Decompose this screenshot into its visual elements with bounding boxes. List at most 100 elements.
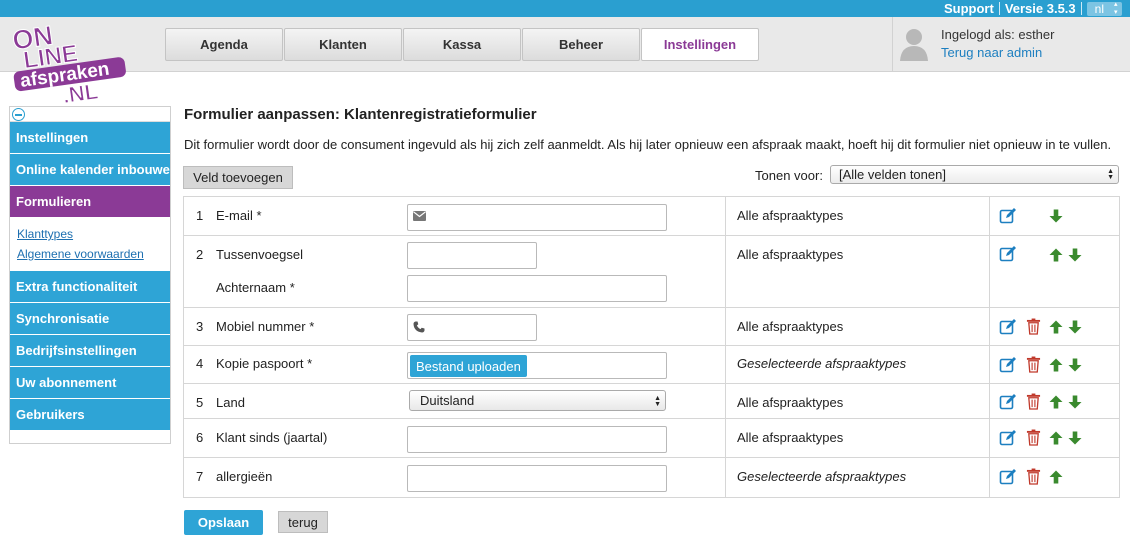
row-number: 3 <box>196 319 204 334</box>
language-select[interactable]: nl <box>1086 1 1122 17</box>
sidebar-item-online-kalender[interactable]: Online kalender inbouwen <box>10 154 170 186</box>
appointment-types: Alle afspraaktypes <box>737 247 844 262</box>
divider <box>1080 2 1082 15</box>
select-arrows-icon: ▲ ▼ <box>1107 168 1114 181</box>
sidebar-collapse-row <box>10 107 170 122</box>
field-label: Tussenvoegsel <box>216 247 303 262</box>
tab-klanten[interactable]: Klanten <box>284 28 402 61</box>
arrow-down-icon[interactable] <box>1049 209 1063 223</box>
upload-file-button[interactable]: Bestand uploaden <box>410 355 527 377</box>
country-select[interactable]: Duitsland ▲ ▼ <box>409 390 666 411</box>
column-divider <box>725 308 726 345</box>
arrow-down-icon[interactable] <box>1068 358 1082 372</box>
field-label: allergieën <box>216 469 273 484</box>
table-row: 5 Land Duitsland ▲ ▼ Alle afspraaktypes <box>184 384 1119 419</box>
customer-since-input[interactable] <box>407 426 667 453</box>
trash-icon[interactable] <box>1026 468 1041 485</box>
achternaam-input[interactable] <box>407 275 667 302</box>
back-button[interactable]: terug <box>278 511 328 533</box>
version-label: Versie 3.5.3 <box>1004 1 1076 16</box>
collapse-icon[interactable] <box>12 108 25 121</box>
sidebar-item-gebruikers[interactable]: Gebruikers <box>10 399 170 431</box>
tab-kassa[interactable]: Kassa <box>403 28 521 61</box>
sidebar-subitems: Klanttypes Algemene voorwaarden <box>10 218 170 271</box>
country-value: Duitsland <box>420 393 475 408</box>
page-title: Formulier aanpassen: Klantenregistratief… <box>184 106 537 123</box>
add-field-button[interactable]: Veld toevoegen <box>183 166 293 189</box>
show-for-select[interactable]: [Alle velden tonen] ▲ ▼ <box>830 165 1119 184</box>
appointment-types: Geselecteerde afspraaktypes <box>737 469 907 484</box>
arrow-up-icon[interactable] <box>1049 470 1063 484</box>
main-tabs: Agenda Klanten Kassa Beheer Instellingen <box>165 28 760 61</box>
tussenvoegsel-input[interactable] <box>407 242 537 269</box>
logged-in-label: Ingelogd als: esther <box>941 27 1055 42</box>
sidebar-subitem-algemene-voorwaarden[interactable]: Algemene voorwaarden <box>17 244 170 264</box>
sidebar-item-bedrijfsinstellingen[interactable]: Bedrijfsinstellingen <box>10 335 170 367</box>
sidebar-item-instellingen[interactable]: Instellingen <box>10 122 170 154</box>
edit-icon[interactable] <box>999 429 1017 447</box>
trash-icon[interactable] <box>1026 318 1041 335</box>
field-label: E-mail * <box>216 208 262 223</box>
allergies-input[interactable] <box>407 465 667 492</box>
table-row: 3 Mobiel nummer * Alle afspraaktypes <box>184 308 1119 346</box>
sidebar-subitem-klanttypes[interactable]: Klanttypes <box>17 224 170 244</box>
column-divider <box>989 419 990 457</box>
edit-icon[interactable] <box>999 468 1017 486</box>
column-divider <box>725 419 726 457</box>
tab-instellingen[interactable]: Instellingen <box>641 28 759 61</box>
table-row: 4 Kopie paspoort * Bestand uploaden Gese… <box>184 346 1119 384</box>
tab-agenda[interactable]: Agenda <box>165 28 283 61</box>
arrow-up-icon[interactable] <box>1049 248 1063 262</box>
appointment-types: Alle afspraaktypes <box>737 395 844 410</box>
arrow-up-icon[interactable] <box>1049 431 1063 445</box>
arrow-up-icon[interactable] <box>1049 320 1063 334</box>
sidebar-item-synchronisatie[interactable]: Synchronisatie <box>10 303 170 335</box>
trash-icon[interactable] <box>1026 429 1041 446</box>
save-button[interactable]: Opslaan <box>184 510 263 535</box>
edit-icon[interactable] <box>999 245 1017 263</box>
user-avatar-icon <box>900 29 928 61</box>
table-row: 7 allergieën Geselecteerde afspraaktypes <box>184 458 1119 497</box>
arrow-down-icon[interactable] <box>1068 431 1082 445</box>
table-row: 2 Tussenvoegsel Achternaam * Alle afspra… <box>184 236 1119 308</box>
arrow-down-icon[interactable] <box>1068 395 1082 409</box>
top-bar-links: Support Versie 3.5.3 nl <box>944 0 1122 17</box>
sidebar-item-extra-functionaliteit[interactable]: Extra functionaliteit <box>10 271 170 303</box>
support-link[interactable]: Support <box>944 1 994 16</box>
appointment-types: Alle afspraaktypes <box>737 319 844 334</box>
edit-icon[interactable] <box>999 207 1017 225</box>
edit-icon[interactable] <box>999 356 1017 374</box>
column-divider <box>725 197 726 235</box>
mobile-phone-input[interactable] <box>407 314 537 341</box>
show-for-label: Tonen voor: <box>755 168 823 183</box>
appointment-types: Geselecteerde afspraaktypes <box>737 356 907 371</box>
back-to-admin-link[interactable]: Terug naar admin <box>941 45 1042 60</box>
field-label: Klant sinds (jaartal) <box>216 430 328 445</box>
sidebar-item-formulieren[interactable]: Formulieren <box>10 186 170 218</box>
edit-icon[interactable] <box>999 393 1017 411</box>
user-area: Ingelogd als: esther Terug naar admin <box>892 17 1130 72</box>
column-divider <box>989 346 990 383</box>
column-divider <box>989 384 990 418</box>
column-divider <box>989 308 990 345</box>
sidebar: Instellingen Online kalender inbouwen Fo… <box>9 106 171 444</box>
column-divider <box>989 458 990 497</box>
arrow-up-icon[interactable] <box>1049 358 1063 372</box>
field-label: Mobiel nummer * <box>216 319 315 334</box>
header: ON LINE afspraken .NL Agenda Klanten Kas… <box>0 17 1130 104</box>
arrow-down-icon[interactable] <box>1068 248 1082 262</box>
trash-icon[interactable] <box>1026 393 1041 410</box>
select-arrows-icon: ▲ ▼ <box>654 395 661 408</box>
column-divider <box>725 236 726 307</box>
email-input[interactable] <box>407 204 667 231</box>
arrow-up-icon[interactable] <box>1049 395 1063 409</box>
onlineafspraken-logo[interactable]: ON LINE afspraken .NL <box>10 18 132 104</box>
arrow-down-icon[interactable] <box>1068 320 1082 334</box>
top-bar: Support Versie 3.5.3 nl <box>0 0 1130 17</box>
edit-icon[interactable] <box>999 318 1017 336</box>
appointment-types: Alle afspraaktypes <box>737 430 844 445</box>
tab-beheer[interactable]: Beheer <box>522 28 640 61</box>
trash-icon[interactable] <box>1026 356 1041 373</box>
sidebar-item-abonnement[interactable]: Uw abonnement <box>10 367 170 399</box>
row-number: 6 <box>196 430 204 445</box>
